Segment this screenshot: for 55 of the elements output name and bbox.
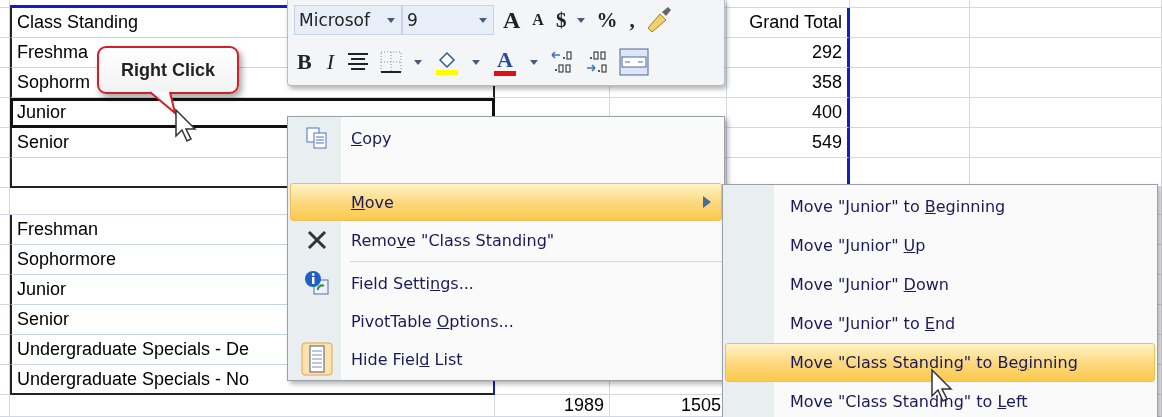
empty-cell (0, 395, 10, 417)
empty-cell (0, 305, 10, 335)
format-button[interactable]: , (626, 5, 638, 35)
paint-bucket-icon (436, 49, 458, 70)
grow-font-button[interactable]: A (500, 5, 524, 35)
menu-item-label: Move "Class Standing" to Beginning (789, 353, 1079, 372)
total-cell: 1989 (495, 395, 610, 417)
format-button[interactable]: $ (552, 5, 570, 35)
menu-item-label: Move "Junior" Down (789, 275, 950, 294)
font-name-dropdown[interactable]: Microsof (294, 5, 402, 35)
caret-icon[interactable] (472, 59, 480, 65)
close-icon (306, 229, 328, 251)
menu-item-label: Move (350, 192, 395, 212)
menu-item[interactable]: Move "Junior" to End (725, 304, 1155, 343)
menu-item[interactable]: Move (290, 183, 722, 221)
callout-bubble: Right Click (97, 46, 239, 94)
info-icon (304, 270, 330, 296)
borders-icon[interactable] (379, 50, 403, 74)
menu-item[interactable]: Move "Junior" Up (725, 226, 1155, 265)
copy-icon (305, 126, 329, 150)
decrease-decimal-icon[interactable] (584, 49, 610, 75)
center-align-icon[interactable] (346, 51, 370, 73)
empty-cell (0, 128, 10, 158)
pointer-icon (174, 108, 200, 144)
caret-icon[interactable] (577, 17, 586, 23)
menu-item-label: Field Settings... (350, 273, 475, 293)
empty-cell (0, 275, 10, 305)
empty-cell (0, 215, 10, 245)
menu-item-label: Move "Junior" Up (789, 236, 927, 255)
format-button[interactable]: % (593, 5, 621, 35)
shrink-font-button[interactable]: A (529, 5, 547, 35)
empty-cell (0, 68, 10, 98)
empty-cell (0, 8, 10, 38)
merge-cells-icon[interactable] (619, 48, 649, 76)
caret-icon[interactable] (414, 59, 422, 65)
menu-item[interactable]: Move "Class Standing" to Left (725, 382, 1155, 417)
menu-item-label: Copy (350, 128, 393, 148)
empty-cell (0, 245, 10, 275)
caret-icon[interactable] (530, 59, 538, 65)
empty-cell (0, 98, 10, 128)
increase-decimal-icon[interactable] (549, 49, 575, 75)
menu-item-label: Move "Junior" to End (789, 314, 957, 333)
field-list-icon (301, 342, 333, 376)
menu-item-label: Move "Junior" to Beginning (789, 197, 1007, 216)
empty-cell (0, 365, 10, 395)
menu-item-label: Move "Class Standing" to Left (789, 392, 1029, 411)
grand-total-cell: 400 (727, 98, 850, 128)
grand-total-cell: 358 (727, 68, 850, 98)
menu-item[interactable]: Move "Junior" Down (725, 265, 1155, 304)
empty-cell (0, 158, 10, 188)
menu-item[interactable]: Move "Class Standing" to Beginning (725, 343, 1155, 382)
empty-cell (0, 38, 10, 68)
font-size-dropdown[interactable]: 9 (402, 5, 494, 35)
menu-item[interactable]: Move "Junior" to Beginning (725, 187, 1155, 226)
empty-cell (0, 335, 10, 365)
